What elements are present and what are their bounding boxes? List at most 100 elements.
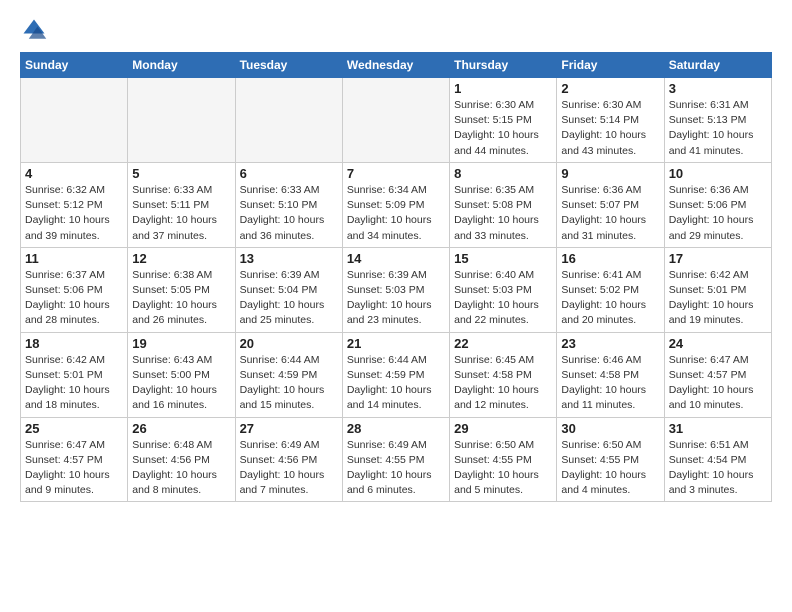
day-number: 6 (240, 166, 338, 181)
weekday-header-wednesday: Wednesday (342, 53, 449, 78)
day-info: Sunrise: 6:37 AMSunset: 5:06 PMDaylight:… (25, 268, 123, 329)
day-number: 21 (347, 336, 445, 351)
day-info: Sunrise: 6:33 AMSunset: 5:11 PMDaylight:… (132, 183, 230, 244)
calendar-cell: 29 Sunrise: 6:50 AMSunset: 4:55 PMDayligh… (450, 417, 557, 502)
calendar-cell: 3 Sunrise: 6:31 AMSunset: 5:13 PMDaylight… (664, 78, 771, 163)
calendar-cell: 25 Sunrise: 6:47 AMSunset: 4:57 PMDayligh… (21, 417, 128, 502)
day-info: Sunrise: 6:45 AMSunset: 4:58 PMDaylight:… (454, 353, 552, 414)
calendar-week-row: 1 Sunrise: 6:30 AMSunset: 5:15 PMDaylight… (21, 78, 772, 163)
weekday-header-saturday: Saturday (664, 53, 771, 78)
day-number: 29 (454, 421, 552, 436)
day-number: 23 (561, 336, 659, 351)
day-number: 13 (240, 251, 338, 266)
calendar-cell: 13 Sunrise: 6:39 AMSunset: 5:04 PMDayligh… (235, 247, 342, 332)
day-number: 5 (132, 166, 230, 181)
calendar-cell (21, 78, 128, 163)
day-number: 1 (454, 81, 552, 96)
day-number: 14 (347, 251, 445, 266)
day-info: Sunrise: 6:32 AMSunset: 5:12 PMDaylight:… (25, 183, 123, 244)
day-info: Sunrise: 6:50 AMSunset: 4:55 PMDaylight:… (454, 438, 552, 499)
day-info: Sunrise: 6:42 AMSunset: 5:01 PMDaylight:… (25, 353, 123, 414)
calendar-week-row: 25 Sunrise: 6:47 AMSunset: 4:57 PMDayligh… (21, 417, 772, 502)
day-info: Sunrise: 6:33 AMSunset: 5:10 PMDaylight:… (240, 183, 338, 244)
day-number: 3 (669, 81, 767, 96)
day-number: 15 (454, 251, 552, 266)
calendar-cell: 23 Sunrise: 6:46 AMSunset: 4:58 PMDayligh… (557, 332, 664, 417)
calendar-cell: 20 Sunrise: 6:44 AMSunset: 4:59 PMDayligh… (235, 332, 342, 417)
calendar-week-row: 11Sunrise: 6:37 AMSunset: 5:06 PMDayligh… (21, 247, 772, 332)
calendar-cell: 31 Sunrise: 6:51 AMSunset: 4:54 PMDayligh… (664, 417, 771, 502)
day-info: Sunrise: 6:39 AMSunset: 5:04 PMDaylight:… (240, 268, 338, 329)
day-number: 31 (669, 421, 767, 436)
day-number: 22 (454, 336, 552, 351)
day-number: 24 (669, 336, 767, 351)
calendar-cell: 21Sunrise: 6:44 AMSunset: 4:59 PMDayligh… (342, 332, 449, 417)
calendar-cell: 15Sunrise: 6:40 AMSunset: 5:03 PMDayligh… (450, 247, 557, 332)
day-info: Sunrise: 6:41 AMSunset: 5:02 PMDaylight:… (561, 268, 659, 329)
calendar-cell: 4 Sunrise: 6:32 AMSunset: 5:12 PMDaylight… (21, 162, 128, 247)
calendar-header-row: SundayMondayTuesdayWednesdayThursdayFrid… (21, 53, 772, 78)
day-number: 20 (240, 336, 338, 351)
day-info: Sunrise: 6:36 AMSunset: 5:06 PMDaylight:… (669, 183, 767, 244)
calendar-cell (342, 78, 449, 163)
day-info: Sunrise: 6:39 AMSunset: 5:03 PMDaylight:… (347, 268, 445, 329)
calendar-cell: 6 Sunrise: 6:33 AMSunset: 5:10 PMDaylight… (235, 162, 342, 247)
day-number: 30 (561, 421, 659, 436)
day-number: 28 (347, 421, 445, 436)
day-info: Sunrise: 6:34 AMSunset: 5:09 PMDaylight:… (347, 183, 445, 244)
day-number: 16 (561, 251, 659, 266)
calendar-cell: 10 Sunrise: 6:36 AMSunset: 5:06 PMDayligh… (664, 162, 771, 247)
calendar-cell: 27Sunrise: 6:49 AMSunset: 4:56 PMDayligh… (235, 417, 342, 502)
calendar-cell: 14 Sunrise: 6:39 AMSunset: 5:03 PMDayligh… (342, 247, 449, 332)
calendar-week-row: 18 Sunrise: 6:42 AMSunset: 5:01 PMDayligh… (21, 332, 772, 417)
calendar-week-row: 4 Sunrise: 6:32 AMSunset: 5:12 PMDaylight… (21, 162, 772, 247)
weekday-header-monday: Monday (128, 53, 235, 78)
calendar-cell: 12Sunrise: 6:38 AMSunset: 5:05 PMDayligh… (128, 247, 235, 332)
day-info: Sunrise: 6:50 AMSunset: 4:55 PMDaylight:… (561, 438, 659, 499)
day-info: Sunrise: 6:36 AMSunset: 5:07 PMDaylight:… (561, 183, 659, 244)
calendar-cell: 7 Sunrise: 6:34 AMSunset: 5:09 PMDaylight… (342, 162, 449, 247)
day-info: Sunrise: 6:35 AMSunset: 5:08 PMDaylight:… (454, 183, 552, 244)
calendar-cell: 5 Sunrise: 6:33 AMSunset: 5:11 PMDaylight… (128, 162, 235, 247)
day-info: Sunrise: 6:44 AMSunset: 4:59 PMDaylight:… (240, 353, 338, 414)
logo-icon (20, 16, 48, 44)
calendar-cell: 18 Sunrise: 6:42 AMSunset: 5:01 PMDayligh… (21, 332, 128, 417)
calendar-cell: 22 Sunrise: 6:45 AMSunset: 4:58 PMDayligh… (450, 332, 557, 417)
day-info: Sunrise: 6:51 AMSunset: 4:54 PMDaylight:… (669, 438, 767, 499)
day-info: Sunrise: 6:38 AMSunset: 5:05 PMDaylight:… (132, 268, 230, 329)
calendar-cell: 28 Sunrise: 6:49 AMSunset: 4:55 PMDayligh… (342, 417, 449, 502)
weekday-header-tuesday: Tuesday (235, 53, 342, 78)
calendar-cell: 30 Sunrise: 6:50 AMSunset: 4:55 PMDayligh… (557, 417, 664, 502)
day-info: Sunrise: 6:46 AMSunset: 4:58 PMDaylight:… (561, 353, 659, 414)
day-number: 9 (561, 166, 659, 181)
calendar-cell: 9 Sunrise: 6:36 AMSunset: 5:07 PMDaylight… (557, 162, 664, 247)
day-number: 25 (25, 421, 123, 436)
day-number: 19 (132, 336, 230, 351)
calendar-cell: 24 Sunrise: 6:47 AMSunset: 4:57 PMDayligh… (664, 332, 771, 417)
day-info: Sunrise: 6:47 AMSunset: 4:57 PMDaylight:… (669, 353, 767, 414)
day-number: 10 (669, 166, 767, 181)
day-info: Sunrise: 6:30 AMSunset: 5:15 PMDaylight:… (454, 98, 552, 159)
day-info: Sunrise: 6:48 AMSunset: 4:56 PMDaylight:… (132, 438, 230, 499)
calendar-cell: 17 Sunrise: 6:42 AMSunset: 5:01 PMDayligh… (664, 247, 771, 332)
day-number: 4 (25, 166, 123, 181)
calendar-cell: 26Sunrise: 6:48 AMSunset: 4:56 PMDayligh… (128, 417, 235, 502)
weekday-header-thursday: Thursday (450, 53, 557, 78)
calendar-cell: 1 Sunrise: 6:30 AMSunset: 5:15 PMDaylight… (450, 78, 557, 163)
calendar-cell (128, 78, 235, 163)
day-number: 17 (669, 251, 767, 266)
calendar-cell: 16 Sunrise: 6:41 AMSunset: 5:02 PMDayligh… (557, 247, 664, 332)
weekday-header-friday: Friday (557, 53, 664, 78)
day-number: 2 (561, 81, 659, 96)
day-info: Sunrise: 6:49 AMSunset: 4:56 PMDaylight:… (240, 438, 338, 499)
calendar-cell: 8Sunrise: 6:35 AMSunset: 5:08 PMDaylight… (450, 162, 557, 247)
day-info: Sunrise: 6:31 AMSunset: 5:13 PMDaylight:… (669, 98, 767, 159)
calendar-cell (235, 78, 342, 163)
day-number: 18 (25, 336, 123, 351)
day-info: Sunrise: 6:42 AMSunset: 5:01 PMDaylight:… (669, 268, 767, 329)
day-info: Sunrise: 6:47 AMSunset: 4:57 PMDaylight:… (25, 438, 123, 499)
day-info: Sunrise: 6:30 AMSunset: 5:14 PMDaylight:… (561, 98, 659, 159)
day-number: 7 (347, 166, 445, 181)
day-info: Sunrise: 6:49 AMSunset: 4:55 PMDaylight:… (347, 438, 445, 499)
calendar-cell: 11Sunrise: 6:37 AMSunset: 5:06 PMDayligh… (21, 247, 128, 332)
